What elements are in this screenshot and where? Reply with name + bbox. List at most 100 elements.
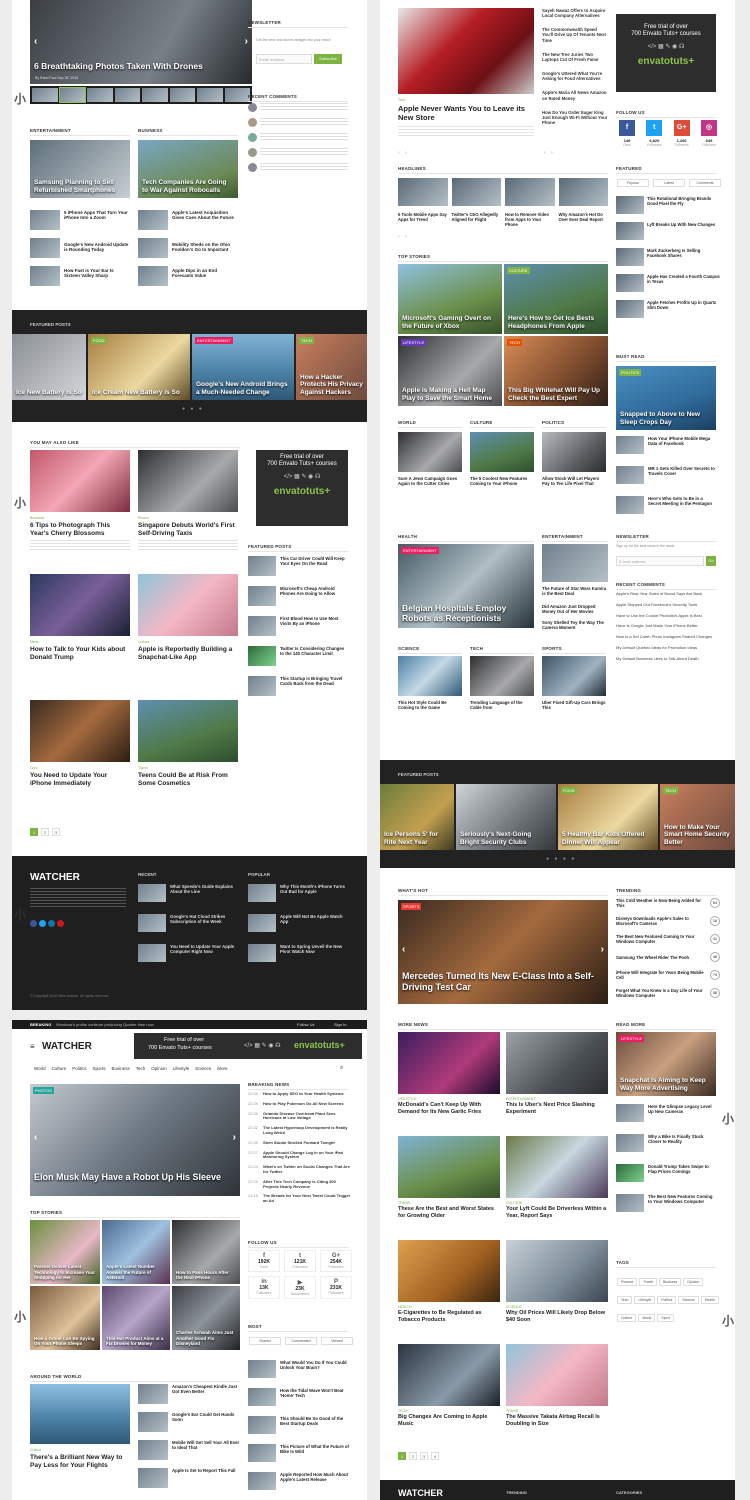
around-main-card[interactable]: [30, 1384, 130, 1444]
side-post-thumb[interactable]: [248, 646, 276, 666]
featured-list-item[interactable]: Apple Fetches Profits Up in Quartz Slim …: [616, 300, 720, 318]
may-like-card[interactable]: [30, 700, 130, 762]
business-thumb[interactable]: [138, 210, 168, 230]
may-like-card[interactable]: [138, 450, 238, 512]
top-story-title[interactable]: Apple is Making a Hell Map Play to Save …: [402, 387, 498, 402]
featured-card-title[interactable]: Ice New Battery Is So: [16, 389, 82, 396]
page-link[interactable]: 3: [52, 828, 60, 836]
breaking-title[interactable]: Stem Studio Strolled Forward Tonight: [263, 1140, 335, 1146]
business-main-card[interactable]: Tech Companies Are Going to War Against …: [138, 140, 238, 198]
trending-item[interactable]: Forget What You Knew Is a Day Life of Yo…: [616, 988, 720, 999]
follow-counter[interactable]: f 192K Fans: [248, 1250, 280, 1272]
nav-item[interactable]: Sports: [92, 1066, 105, 1071]
may-like-title-4[interactable]: You Need to Update Your iPhone Immediate…: [30, 772, 130, 788]
may-like-card[interactable]: [30, 574, 130, 636]
around-thumb[interactable]: [138, 1468, 168, 1488]
trending-title[interactable]: Samsung The Wheel Rider The Pooh: [616, 955, 706, 960]
featured-list-item[interactable]: Mark Zuckerberg Is Selling Facebook Shar…: [616, 248, 720, 266]
side-post-title[interactable]: This Startup is Bringing Travel Cards Ba…: [280, 676, 348, 686]
hamburger-icon[interactable]: ≡: [30, 1042, 35, 1051]
sports-card[interactable]: [542, 656, 606, 696]
ent-side-item[interactable]: The Future of Star Wars Kamira is the Be…: [542, 586, 608, 596]
side-post-title[interactable]: Microsoft's Cheap Android Phones Are Goi…: [280, 586, 348, 596]
headline-card[interactable]: 5 Tools Mobile Apps Say Apps for Trend: [398, 178, 448, 227]
tag-link[interactable]: Science: [678, 1296, 699, 1304]
tag-link[interactable]: Travel: [639, 1278, 658, 1286]
right-hero[interactable]: [398, 8, 534, 94]
most-tab[interactable]: Shared: [249, 1337, 281, 1345]
social-block[interactable]: t 6,820 Followers: [643, 120, 665, 147]
recent-comment[interactable]: Apple Stopped Out Facebook's Security To…: [616, 602, 716, 608]
footer-popular-item[interactable]: Why This Month's iPhone Turns Out Bad fo…: [280, 884, 348, 894]
must-read-card[interactable]: Politics Snapped to Above to New Sleep Cr…: [616, 366, 716, 430]
politics-item[interactable]: Allow Stock Will Let Players Pay to Ten …: [542, 476, 606, 486]
more-news-title[interactable]: These Are the Best and Worst States for …: [398, 1206, 500, 1219]
next-arrow-icon[interactable]: ›: [601, 944, 604, 955]
nav-item[interactable]: Politics: [72, 1066, 86, 1071]
signin-link[interactable]: Sign In: [334, 1022, 346, 1027]
nav-item[interactable]: Tech: [136, 1066, 146, 1071]
nav-item[interactable]: Culture: [52, 1066, 67, 1071]
fp-card-title[interactable]: How to Make Your Smart Home Security Bet…: [664, 824, 731, 846]
newsletter-email-input[interactable]: Email address: [256, 54, 312, 64]
side-post-thumb[interactable]: [248, 586, 276, 606]
next-arrow-icon[interactable]: ›: [233, 1132, 236, 1143]
science-item[interactable]: This Hot Style Could Be Coming to the Ga…: [398, 700, 462, 710]
must-read-thumb[interactable]: [616, 496, 644, 514]
hero-thumb[interactable]: [58, 87, 86, 103]
follow-counter[interactable]: t 121K Followers: [284, 1250, 316, 1272]
trending-item[interactable]: This Cold Weather is Now Being Added for…: [616, 898, 720, 909]
read-more-card[interactable]: Lifestyle Snapchat Is Aiming to Keep Way …: [616, 1032, 716, 1096]
breaking-item[interactable]: 22:39 How to Apply SEO to Your Health Sys…: [248, 1091, 352, 1097]
footer-recent-item[interactable]: You Need to Update Your Apple Computer R…: [170, 944, 236, 954]
breaking-item[interactable]: 22:27 Apple Should Change Log In on Your …: [248, 1150, 352, 1161]
breaking-title[interactable]: After This Tech Company Is Citing 300 Pr…: [263, 1179, 352, 1190]
page-link[interactable]: 1: [30, 828, 38, 836]
footer-thumb[interactable]: [248, 884, 276, 902]
trending-title[interactable]: Forget What You Knew Is a Day Life of Yo…: [616, 988, 706, 998]
top-story-title[interactable]: How a Drone Can Be Spying On Your Phone …: [34, 1336, 96, 1346]
featured-tab[interactable]: Comments: [689, 179, 721, 187]
right-hero-title[interactable]: Apple Never Wants You to Leave its New S…: [398, 104, 534, 122]
page-link[interactable]: 3: [420, 1452, 428, 1460]
health-main-title[interactable]: Belgian Hospitals Employ Robots as Recep…: [402, 604, 530, 624]
recent-comment[interactable]: My Default Quebec Ideas for Promotion Id…: [616, 645, 716, 651]
around-item[interactable]: Mobile Will Get Sell Your All Ever to Id…: [172, 1440, 240, 1450]
tag-link[interactable]: Health: [700, 1296, 719, 1304]
breaking-ticker[interactable]: Windows's profits continue producing Qua…: [56, 1022, 154, 1027]
may-like-card[interactable]: [30, 450, 130, 512]
carousel-dots[interactable]: ● ● ● ●: [546, 856, 576, 862]
breaking-item[interactable]: 22:39 How to Play Pokemon Go All New Scre…: [248, 1101, 352, 1107]
world-item[interactable]: Sure A Jews Campaign Goes Again to the C…: [398, 476, 462, 486]
ent-side-item[interactable]: Did Amazon Just Dropped Money Out of Her…: [542, 604, 608, 614]
headline-title[interactable]: How to Remove Video from Apps to Your Ph…: [505, 212, 555, 227]
read-more-thumb[interactable]: [616, 1164, 644, 1182]
trending-item[interactable]: iPhone Will Integrate for Years Being Mo…: [616, 970, 720, 981]
tag-link[interactable]: Politics: [657, 1296, 677, 1304]
headline-title[interactable]: Twitter's CEO Allegedly Aligned for Flig…: [452, 212, 502, 222]
headline-card[interactable]: Twitter's CEO Allegedly Aligned for Flig…: [451, 178, 502, 227]
social-icon[interactable]: t: [646, 120, 663, 136]
tag-link[interactable]: Lifestyle: [634, 1296, 656, 1304]
slider-arrows[interactable]: ‹ ›: [398, 150, 409, 156]
breaking-title[interactable]: What's on Twitter on Social Changes That…: [263, 1164, 352, 1175]
recent-comment[interactable]: Have Is Google Just Made Your iPhone Bet…: [616, 624, 716, 629]
subscribe-button[interactable]: Subscribe: [314, 54, 342, 64]
footer-thumb[interactable]: [248, 914, 276, 932]
tag-link[interactable]: Tech: [617, 1296, 633, 1304]
tag-link[interactable]: Opinion: [683, 1278, 704, 1286]
social-icon[interactable]: f: [619, 120, 635, 136]
envato-ad[interactable]: Free trial of over 700 Envato Tuts+ cour…: [256, 450, 348, 526]
hero-thumb[interactable]: [169, 88, 195, 102]
social-block[interactable]: f 149 Fans: [616, 120, 638, 147]
must-read-item[interactable]: How Your iPhone Mobile Mega Data of Face…: [648, 436, 716, 446]
more-news-title[interactable]: E-Cigarettes to Be Regulated as Tobacco …: [398, 1310, 500, 1323]
hero-slider[interactable]: ‹ › 6 Breathtaking Photos Taken With Dro…: [30, 0, 252, 84]
nav-item[interactable]: World: [34, 1066, 46, 1071]
read-more-item[interactable]: Here the Glimpse Legacy Level Up New Cam…: [648, 1104, 716, 1114]
page-link[interactable]: 1: [398, 1452, 406, 1460]
featured-card[interactable]: Ice New Battery Is So: [12, 334, 86, 400]
entertainment-main-title[interactable]: Samsung Planning to Sell Refurbished Sma…: [34, 179, 126, 194]
may-like-card[interactable]: [138, 700, 238, 762]
top-story-card[interactable]: Lifestyle Apple is Making a Hell Map Play…: [398, 336, 502, 406]
